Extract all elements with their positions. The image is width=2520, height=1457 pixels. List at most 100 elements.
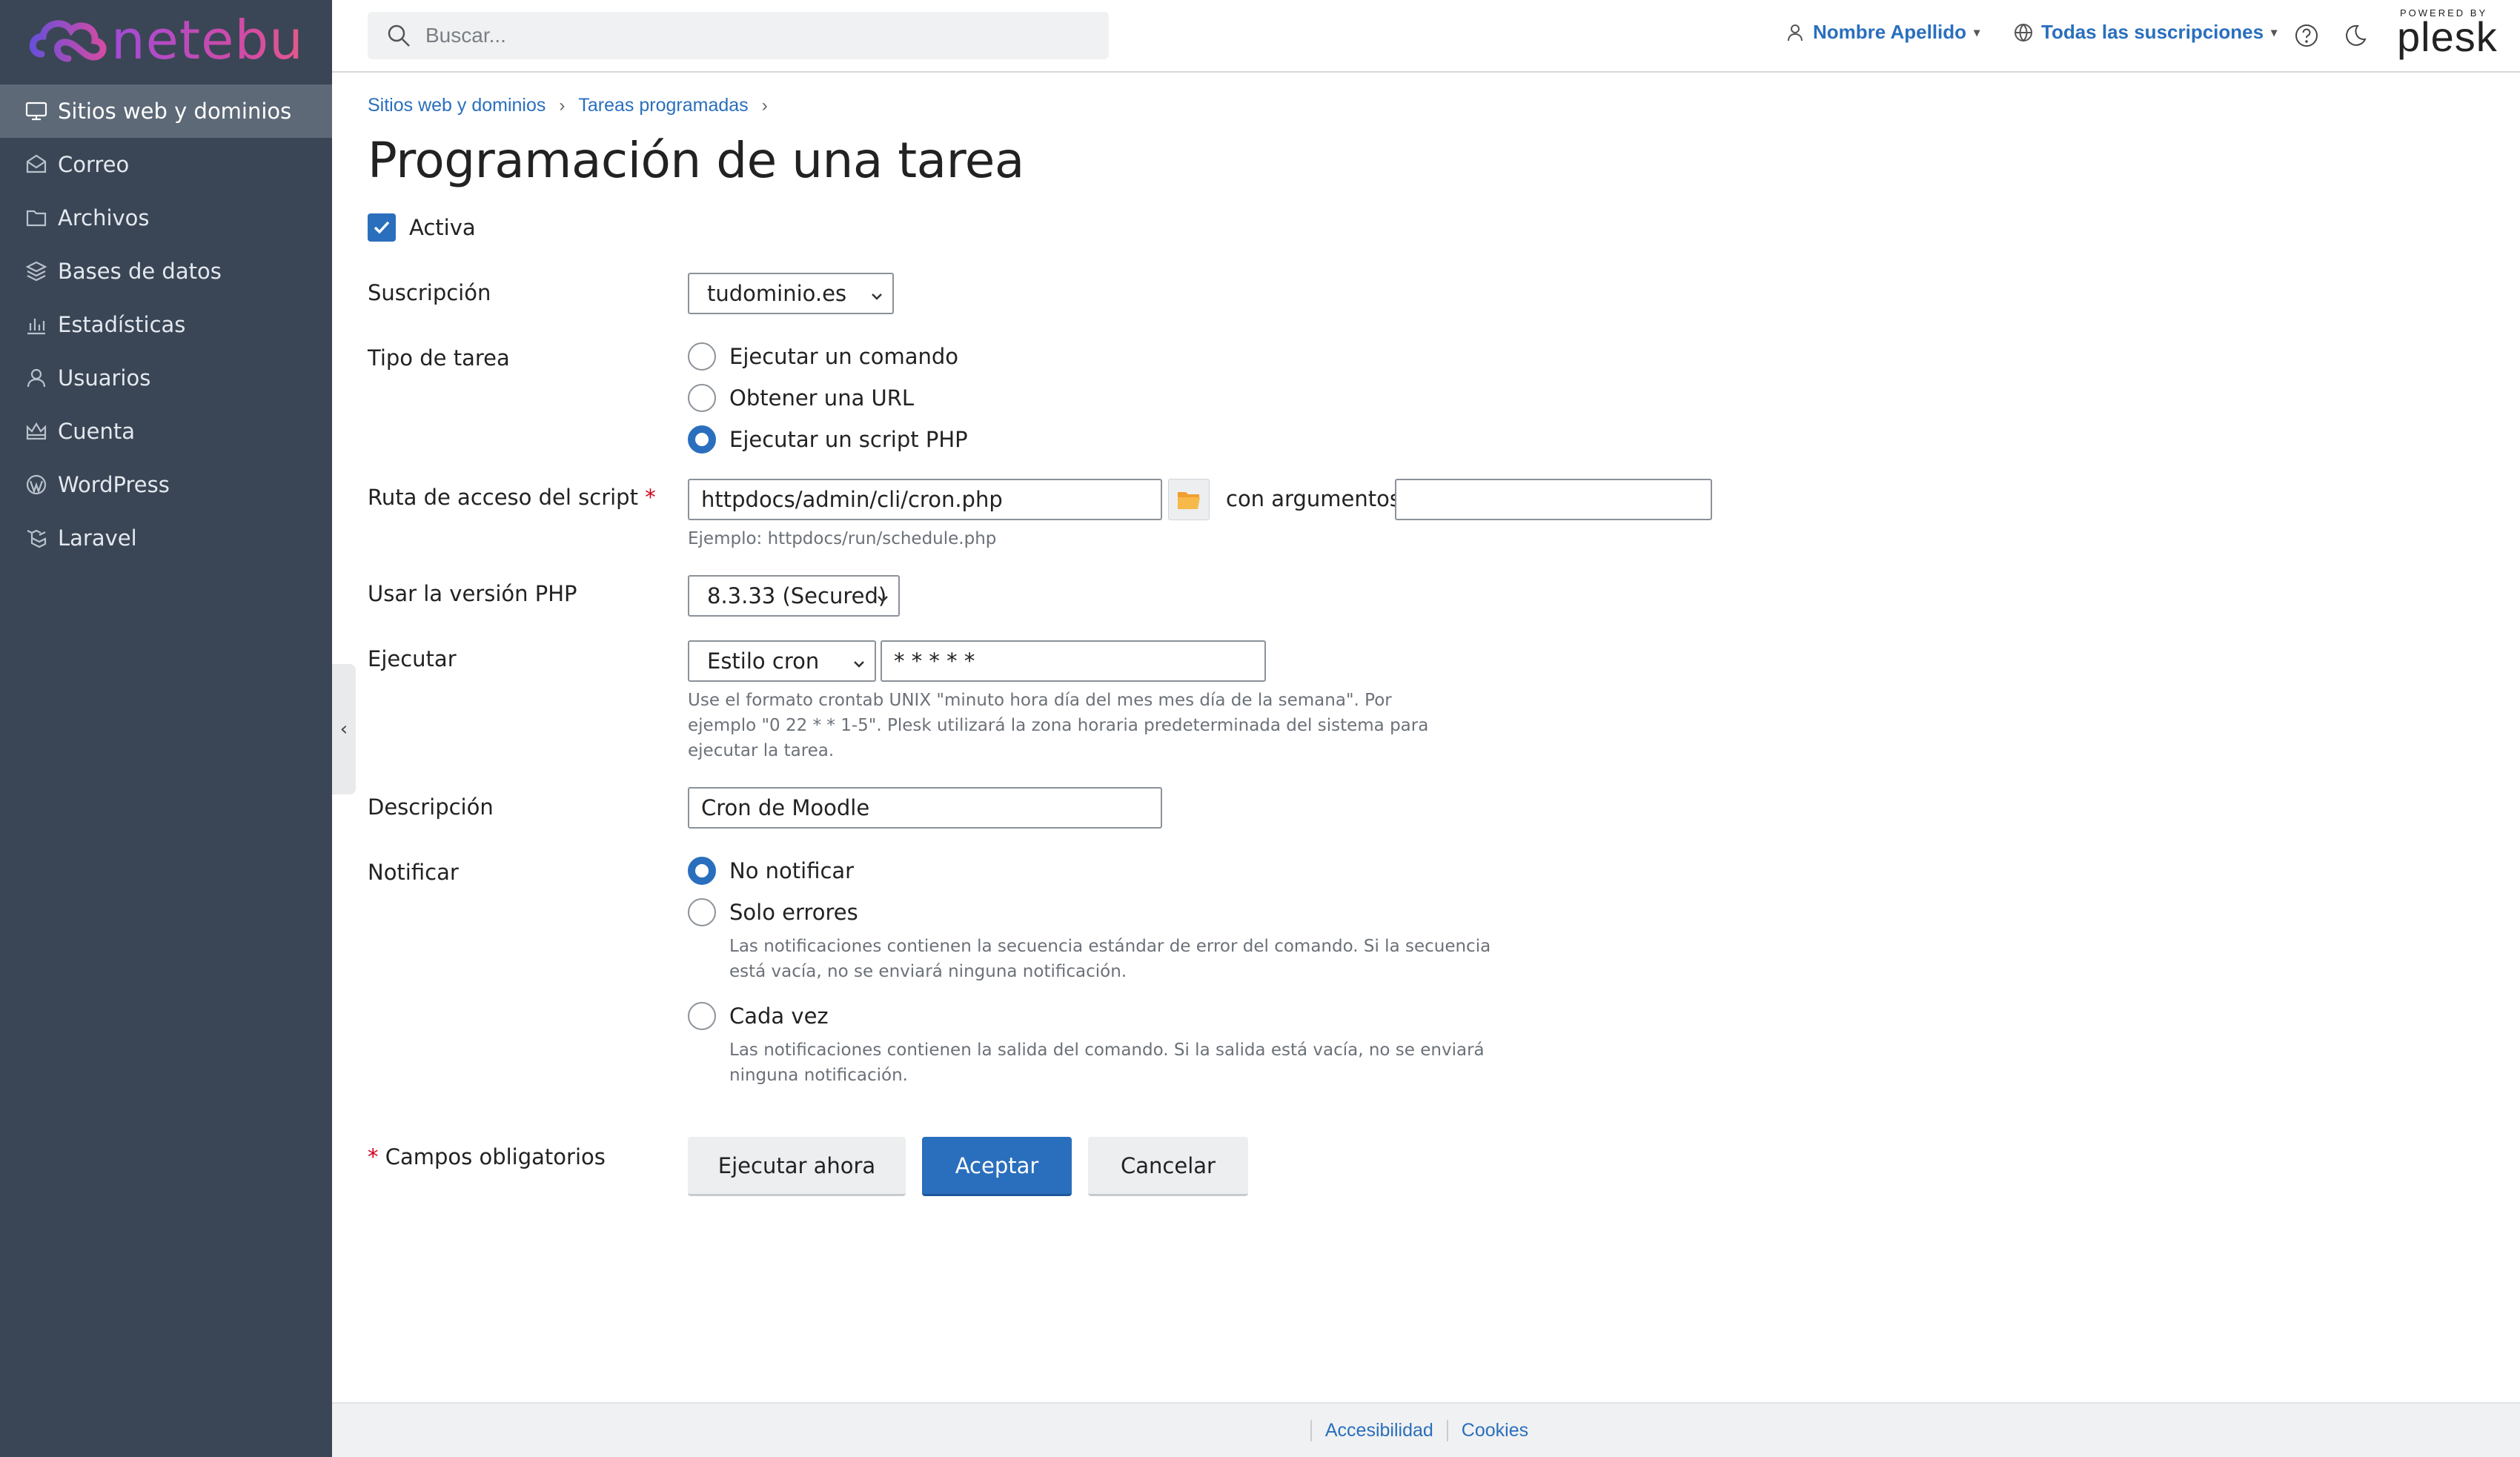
subscriptions-menu[interactable]: Todas las suscripciones ▾ bbox=[2013, 21, 2277, 44]
notify-errors-hint: Las notificaciones contienen la secuenci… bbox=[729, 934, 1491, 984]
description-value: Cron de Moodle bbox=[701, 795, 870, 820]
sidebar-item-usuarios[interactable]: Usuarios bbox=[0, 351, 332, 405]
sidebar-item-estadisticas[interactable]: Estadísticas bbox=[0, 298, 332, 351]
sidebar-item-label: Correo bbox=[58, 152, 130, 177]
radio-button[interactable] bbox=[688, 898, 716, 926]
sidebar-item-bases-de-datos[interactable]: Bases de datos bbox=[0, 245, 332, 298]
search-input[interactable] bbox=[425, 24, 1078, 47]
run-hint-line: ejecutar la tarea. bbox=[688, 741, 835, 760]
task-type-option-command[interactable]: Ejecutar un comando bbox=[688, 342, 958, 371]
run-hint-line: ejemplo "0 22 * * 1-5". Plesk utilizará … bbox=[688, 716, 1429, 735]
script-path-input[interactable]: httpdocs/admin/cli/cron.php bbox=[688, 479, 1162, 520]
description-input[interactable]: Cron de Moodle bbox=[688, 787, 1162, 829]
cancel-button[interactable]: Cancelar bbox=[1088, 1137, 1248, 1196]
chevron-down-icon bbox=[869, 285, 885, 301]
active-label: Activa bbox=[409, 215, 476, 240]
wordpress-icon bbox=[24, 472, 49, 497]
sidebar-item-label: Usuarios bbox=[58, 365, 151, 391]
sidebar: netebu Sitios web y dominios Correo Arch… bbox=[0, 0, 332, 1457]
notify-hint-line: ninguna notificación. bbox=[729, 1066, 908, 1085]
accept-button[interactable]: Aceptar bbox=[922, 1137, 1072, 1196]
task-type-option-label: Ejecutar un comando bbox=[729, 344, 959, 369]
chevron-down-icon: ▾ bbox=[1974, 26, 1980, 39]
notify-hint-line: está vacía, no se enviará ninguna notifi… bbox=[729, 962, 1127, 981]
search-box[interactable] bbox=[368, 12, 1109, 59]
sidebar-item-laravel[interactable]: Laravel bbox=[0, 511, 332, 565]
bar-chart-icon bbox=[24, 312, 49, 337]
user-menu[interactable]: Nombre Apellido ▾ bbox=[1785, 21, 1980, 44]
subscription-label: Suscripción bbox=[368, 280, 491, 305]
globe-icon bbox=[2015, 23, 2032, 42]
sidebar-item-label: WordPress bbox=[58, 472, 170, 497]
monitor-icon bbox=[24, 99, 49, 124]
chevron-left-icon: ‹ bbox=[339, 718, 348, 740]
laravel-icon bbox=[24, 525, 49, 551]
notify-option-none[interactable]: No notificar bbox=[688, 857, 854, 885]
chevron-right-icon: › bbox=[761, 95, 768, 116]
radio-button[interactable] bbox=[688, 384, 716, 412]
sidebar-item-label: Sitios web y dominios bbox=[58, 99, 292, 124]
crown-icon bbox=[24, 419, 49, 444]
task-type-option-php[interactable]: Ejecutar un script PHP bbox=[688, 425, 968, 454]
task-type-option-label: Ejecutar un script PHP bbox=[729, 427, 968, 452]
footer-link-cookies[interactable]: Cookies bbox=[1446, 1419, 1542, 1441]
radio-button[interactable] bbox=[688, 342, 716, 371]
sidebar-item-archivos[interactable]: Archivos bbox=[0, 191, 332, 245]
sidebar-item-label: Archivos bbox=[58, 205, 150, 230]
sidebar-item-sitios-web[interactable]: Sitios web y dominios bbox=[0, 84, 332, 138]
chevron-down-icon bbox=[875, 587, 891, 603]
run-hint: Use el formato crontab UNIX "minuto hora… bbox=[688, 688, 1428, 763]
notify-option-label: Cada vez bbox=[729, 1003, 829, 1029]
folder-open-icon bbox=[1178, 492, 1200, 509]
radio-button[interactable] bbox=[688, 1002, 716, 1030]
cron-expression-input[interactable]: * * * * * bbox=[881, 640, 1266, 682]
task-type-option-label: Obtener una URL bbox=[729, 385, 915, 411]
script-path-value: httpdocs/admin/cli/cron.php bbox=[701, 487, 1003, 512]
user-name: Nombre Apellido bbox=[1813, 21, 1967, 43]
moon-icon bbox=[2346, 24, 2367, 46]
task-type-option-url[interactable]: Obtener una URL bbox=[688, 384, 914, 412]
sidebar-item-cuenta[interactable]: Cuenta bbox=[0, 405, 332, 458]
theme-toggle-button[interactable] bbox=[2341, 21, 2370, 50]
breadcrumb-link-sitios[interactable]: Sitios web y dominios bbox=[368, 95, 546, 116]
sidebar-item-label: Laravel bbox=[58, 525, 137, 551]
sidebar-item-label: Cuenta bbox=[58, 419, 135, 444]
notify-always-hint: Las notificaciones contienen la salida d… bbox=[729, 1038, 1485, 1088]
breadcrumb: Sitios web y dominios › Tareas programad… bbox=[368, 95, 781, 116]
page-title: Programación de una tarea bbox=[368, 132, 1024, 189]
browse-button[interactable] bbox=[1168, 479, 1210, 520]
notify-label: Notificar bbox=[368, 860, 459, 885]
footer-link-accessibility[interactable]: Accesibilidad bbox=[1310, 1419, 1447, 1441]
folder-icon bbox=[24, 205, 49, 230]
active-checkbox[interactable] bbox=[368, 213, 396, 242]
chevron-right-icon: › bbox=[559, 95, 566, 116]
radio-button-selected[interactable] bbox=[688, 425, 716, 454]
sidebar-item-correo[interactable]: Correo bbox=[0, 138, 332, 191]
plesk-logo: POWERED BY plesk bbox=[2397, 7, 2501, 67]
help-button[interactable] bbox=[2292, 21, 2321, 50]
run-hint-line: Use el formato crontab UNIX "minuto hora… bbox=[688, 691, 1392, 710]
subscription-value: tudominio.es bbox=[707, 281, 847, 306]
notify-option-always[interactable]: Cada vez bbox=[688, 1002, 829, 1030]
php-version-select[interactable]: 8.3.33 (Secured) bbox=[688, 575, 900, 617]
args-input[interactable] bbox=[1395, 479, 1712, 520]
breadcrumb-link-tareas[interactable]: Tareas programadas bbox=[578, 95, 748, 116]
required-fields-note: * Campos obligatorios bbox=[368, 1144, 606, 1169]
required-fields-text: Campos obligatorios bbox=[385, 1144, 606, 1169]
run-style-value: Estilo cron bbox=[707, 648, 820, 674]
run-now-button[interactable]: Ejecutar ahora bbox=[688, 1137, 906, 1196]
sidebar-collapse-button[interactable]: ‹ bbox=[332, 664, 356, 794]
radio-button-selected[interactable] bbox=[688, 857, 716, 885]
sidebar-item-wordpress[interactable]: WordPress bbox=[0, 458, 332, 511]
help-icon bbox=[2295, 24, 2318, 47]
brand-logo[interactable]: netebu bbox=[27, 10, 308, 70]
notify-option-errors[interactable]: Solo errores bbox=[688, 898, 858, 926]
run-style-select[interactable]: Estilo cron bbox=[688, 640, 876, 682]
description-label: Descripción bbox=[368, 794, 494, 820]
notify-option-label: Solo errores bbox=[729, 900, 858, 925]
footer: Accesibilidad Cookies bbox=[332, 1402, 2520, 1457]
php-version-label: Usar la versión PHP bbox=[368, 581, 577, 606]
subscription-select[interactable]: tudominio.es bbox=[688, 273, 894, 314]
chevron-down-icon: ▾ bbox=[2271, 26, 2278, 39]
checkmark-icon bbox=[374, 221, 390, 234]
